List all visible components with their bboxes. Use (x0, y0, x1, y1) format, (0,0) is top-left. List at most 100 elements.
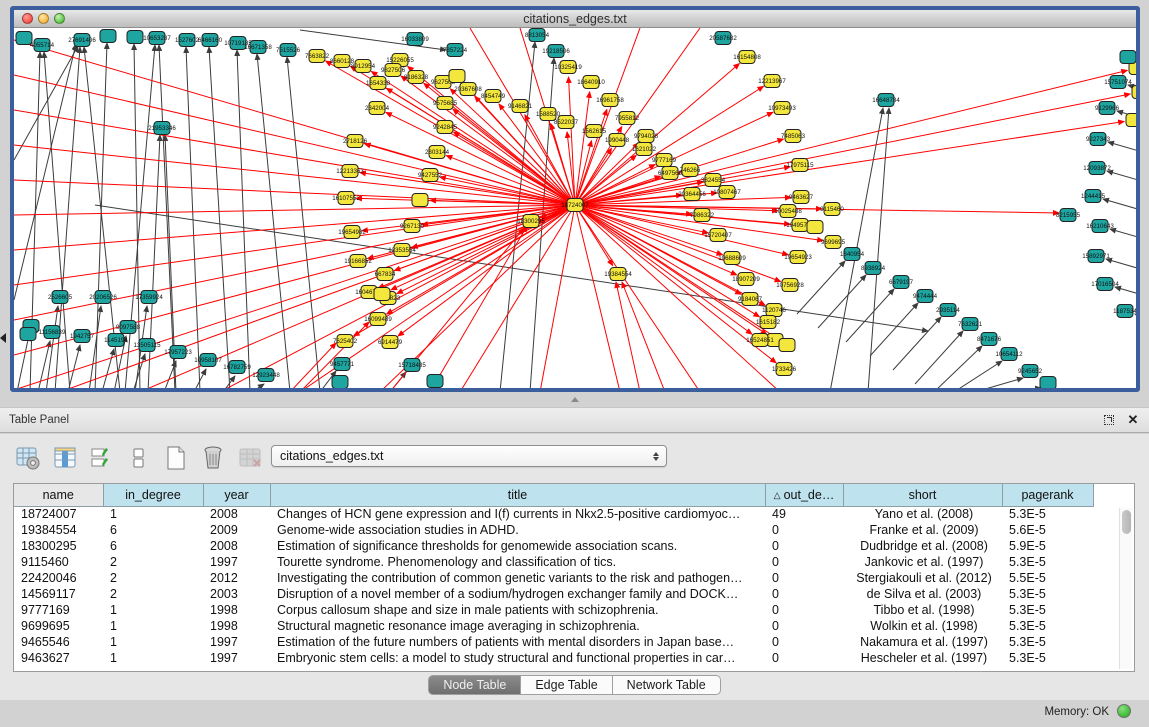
table-row[interactable]: 1938455462009Genome-wide association stu… (14, 522, 1118, 538)
panel-splitter-handle[interactable] (571, 397, 579, 402)
column-header-pagerank[interactable]: pagerank (1002, 484, 1093, 506)
cell-title: Investigating the contribution of common… (270, 570, 765, 586)
table-row[interactable]: 1456911722003Disruption of a novel membe… (14, 586, 1118, 602)
show-columns-button[interactable] (51, 444, 79, 472)
graph-edge (1106, 259, 1136, 270)
graph-node-label: 9463627 (789, 194, 814, 201)
table-scrollbar-thumb[interactable] (1122, 510, 1131, 534)
graph-node[interactable] (374, 288, 390, 301)
graph-node-label: 9245652 (1018, 368, 1043, 375)
tab-node-table[interactable]: Node Table (428, 675, 521, 695)
table-options-button[interactable] (14, 444, 42, 472)
cell-out_degree: 0 (765, 538, 843, 554)
table-row[interactable]: 2242004622012Investigating the contribut… (14, 570, 1118, 586)
graph-node-label: 7632621 (958, 321, 983, 328)
table-selector-dropdown[interactable]: citations_edges.txt (271, 445, 667, 467)
column-header-year[interactable]: year (203, 484, 270, 506)
graph-node[interactable] (427, 375, 443, 388)
table-row[interactable]: 977716911998Corpus callosum shape and si… (14, 602, 1118, 618)
table-mode-tabs: Node TableEdge TableNetwork Table (0, 675, 1149, 695)
cell-title: Estimation of significance thresholds fo… (270, 538, 765, 554)
graph-node-label: 1654338 (366, 80, 391, 87)
cell-title: Estimation of the future numbers of pati… (270, 634, 765, 650)
graph-node-label: 9827506 (381, 67, 406, 74)
table-row[interactable]: 946554611997Estimation of the future num… (14, 634, 1118, 650)
graph-node[interactable] (1040, 377, 1056, 389)
graph-edge (575, 141, 592, 205)
graph-node[interactable] (449, 70, 465, 83)
graph-node-label: 17975115 (786, 162, 814, 169)
graph-edge (975, 378, 1023, 388)
graph-node-label: 1615182 (756, 319, 781, 326)
graph-node-label: 1187534 (1113, 308, 1136, 315)
column-header-out_degree[interactable]: △out_de… (765, 484, 843, 506)
select-all-button[interactable] (88, 444, 116, 472)
graph-node-label: 2718126 (343, 138, 368, 145)
column-header-title[interactable]: title (270, 484, 765, 506)
graph-node-label: 7986322 (690, 212, 715, 219)
graph-node-label: 21953346 (148, 125, 176, 132)
collapsed-panel-arrow-icon[interactable] (0, 333, 6, 343)
graph-node[interactable] (1132, 86, 1136, 99)
graph-node[interactable] (779, 339, 795, 352)
graph-node[interactable] (100, 30, 116, 43)
graph-node-label: 9575685 (433, 100, 458, 107)
cell-short: Jankovic et al. (1997) (843, 554, 1002, 570)
create-column-button[interactable] (162, 444, 190, 472)
graph-edge (1135, 314, 1136, 325)
float-panel-button[interactable] (1101, 412, 1117, 428)
table-row[interactable]: 1872400712008Changes of HCN gene express… (14, 506, 1118, 522)
network-canvas[interactable]: 7663822866012889129541654338234200427181… (14, 28, 1136, 388)
graph-node-label: 15226055 (386, 57, 414, 64)
network-window-titlebar[interactable]: citations_edges.txt (14, 10, 1136, 28)
table-options-icon (15, 445, 41, 471)
graph-node-label: 10958107 (194, 357, 222, 364)
column-header-in_degree[interactable]: in_degree (103, 484, 203, 506)
graph-node[interactable] (807, 221, 823, 234)
graph-node[interactable] (1120, 51, 1136, 64)
table-scrollbar[interactable] (1119, 508, 1132, 669)
column-header-short[interactable]: short (843, 484, 1002, 506)
graph-node-label: 9129966 (1095, 105, 1120, 112)
cell-pagerank: 5.5E-5 (1002, 570, 1093, 586)
node-table: namein_degreeyeartitle△out_de…shortpager… (13, 483, 1135, 672)
close-panel-button[interactable]: ✕ (1125, 412, 1141, 428)
tab-network-table[interactable]: Network Table (613, 675, 721, 695)
graph-node[interactable] (332, 376, 348, 389)
table-row[interactable]: 911546021997Tourette syndrome. Phenomeno… (14, 554, 1118, 570)
cell-year: 2009 (203, 522, 270, 538)
graph-node[interactable] (20, 328, 36, 341)
column-header-name[interactable]: name (14, 484, 103, 506)
graph-node-label: 10807467 (713, 189, 741, 196)
graph-edge (257, 54, 290, 388)
table-row[interactable]: 946362711997Embryonic stem cells: a mode… (14, 650, 1118, 666)
unselect-all-button[interactable] (125, 444, 153, 472)
graph-edge (893, 317, 941, 370)
graph-node-label: 746266 (680, 167, 701, 174)
graph-node[interactable] (412, 194, 428, 207)
network-window: citations_edges.txt 76638228660128891295… (10, 6, 1140, 392)
graph-node-label: 9146821 (508, 103, 533, 110)
cell-pagerank: 5.3E-5 (1002, 618, 1093, 634)
graph-node[interactable] (127, 31, 143, 44)
cell-pagerank: 5.3E-5 (1002, 650, 1093, 666)
delete-column-button[interactable] (199, 444, 227, 472)
cell-out_degree: 0 (765, 650, 843, 666)
cell-name: 9777169 (14, 602, 103, 618)
network-graph[interactable]: 7663822866012889129541654338234200427181… (14, 28, 1136, 388)
tab-edge-table[interactable]: Edge Table (521, 675, 612, 695)
cell-short: Dudbridge et al. (2008) (843, 538, 1002, 554)
cell-name: 18724007 (14, 506, 103, 522)
graph-node[interactable] (1126, 114, 1136, 127)
cell-pagerank: 5.6E-5 (1002, 522, 1093, 538)
graph-node-label: 4055714 (30, 42, 55, 49)
cell-pagerank: 5.3E-5 (1002, 506, 1093, 522)
graph-node-label: 7485063 (781, 133, 806, 140)
unselect-all-icon (126, 445, 152, 471)
table-row[interactable]: 969969511998Structural magnetic resonanc… (14, 618, 1118, 634)
node-table-grid[interactable]: namein_degreeyeartitle△out_de…shortpager… (14, 484, 1118, 666)
delete-table-button[interactable] (236, 444, 264, 472)
graph-node-label: 6497568 (658, 170, 683, 177)
graph-node-label: 20367608 (454, 86, 482, 93)
table-row[interactable]: 1830029562008Estimation of significance … (14, 538, 1118, 554)
